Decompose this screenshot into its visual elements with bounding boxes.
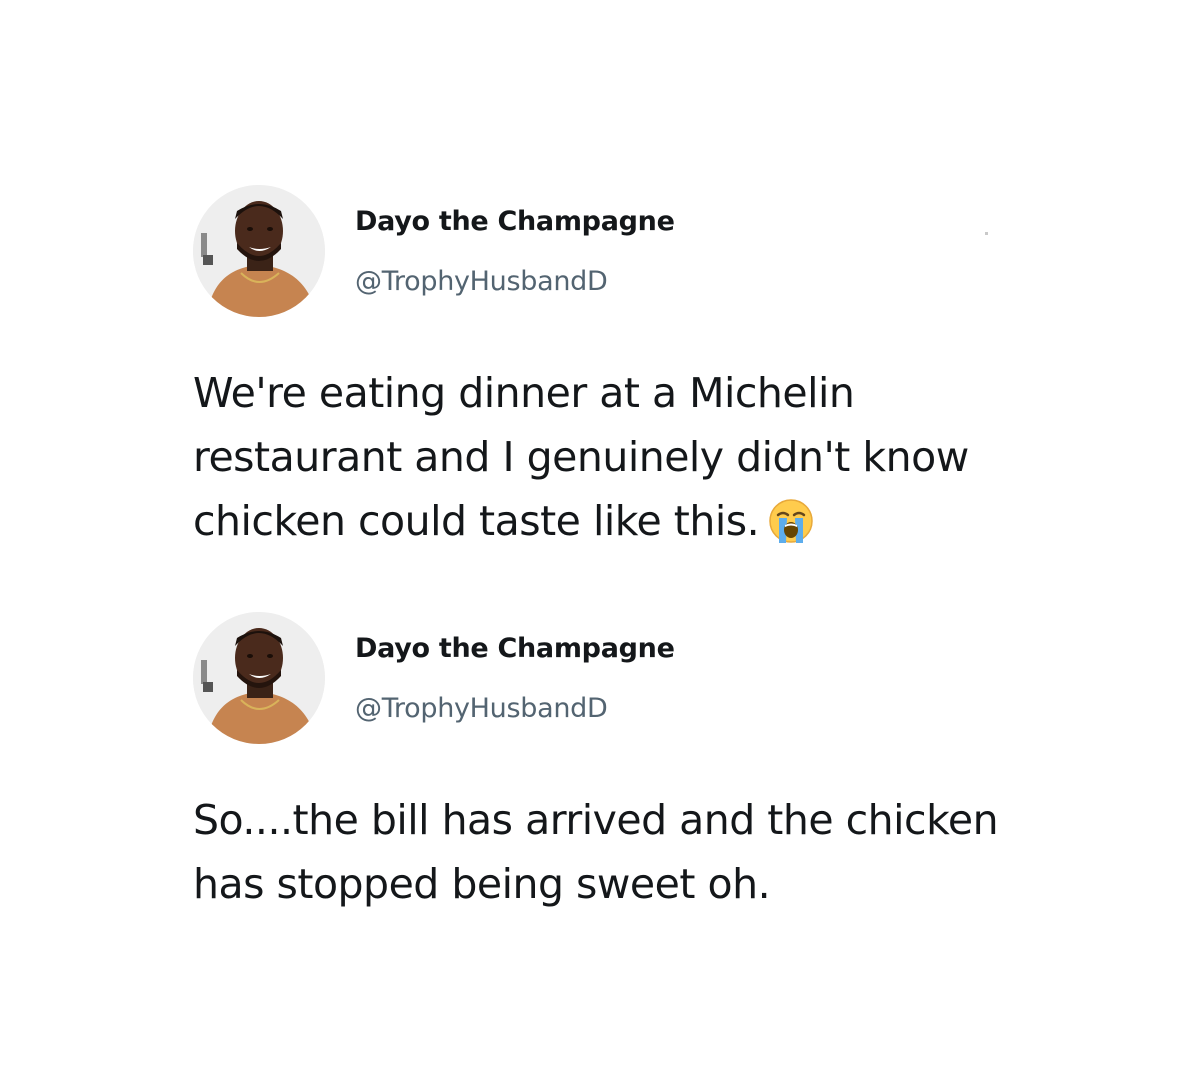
user-handle[interactable]: @TrophyHusbandD xyxy=(355,693,608,724)
tweet-body: So....the bill has arrived and the chick… xyxy=(193,796,999,908)
loudly-crying-face-icon xyxy=(769,499,813,543)
tweet-body: We're eating dinner at a Michelin restau… xyxy=(193,369,969,545)
display-name[interactable]: Dayo the Champagne xyxy=(355,206,675,237)
tweet-text: We're eating dinner at a Michelin restau… xyxy=(193,361,1073,553)
user-handle[interactable]: @TrophyHusbandD xyxy=(355,266,608,297)
avatar[interactable] xyxy=(193,612,325,744)
stray-mark xyxy=(985,232,988,235)
profile-photo-icon xyxy=(193,185,325,317)
avatar[interactable] xyxy=(193,185,325,317)
tweet-text: So....the bill has arrived and the chick… xyxy=(193,788,1073,916)
display-name[interactable]: Dayo the Champagne xyxy=(355,633,675,664)
profile-photo-icon xyxy=(193,612,325,744)
